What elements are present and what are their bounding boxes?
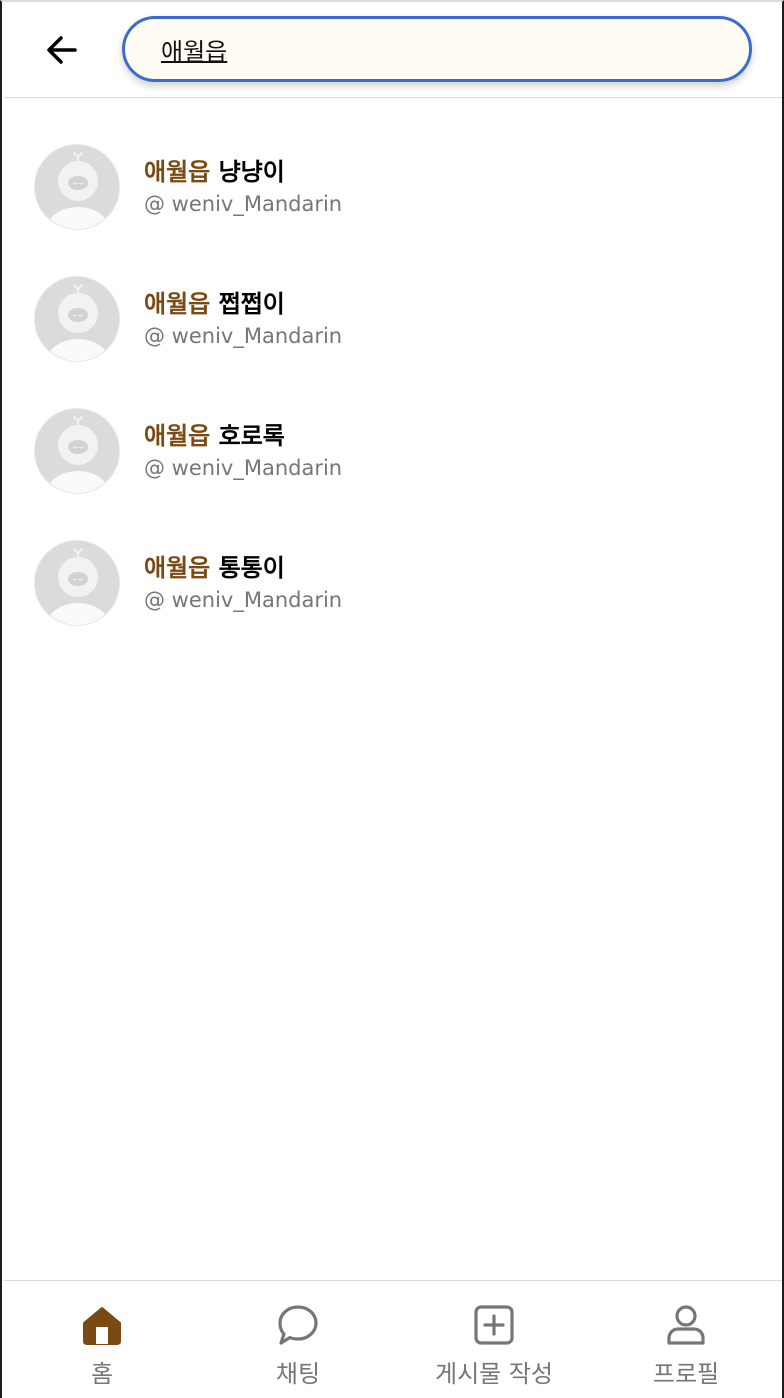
list-item[interactable]: 애월읍 호로록 @ weniv_Mandarin <box>34 408 754 540</box>
list-item[interactable]: 애월읍 통통이 @ weniv_Mandarin <box>34 540 754 672</box>
search-results-list: 애월읍 냥냥이 @ weniv_Mandarin 애월읍 쩝쩝이 @ weniv… <box>34 144 754 672</box>
tab-label: 채팅 <box>275 1360 321 1388</box>
tab-home[interactable]: 홈 <box>4 1301 200 1389</box>
avatar <box>34 144 120 230</box>
result-name: 애월읍 쩝쩝이 <box>144 284 285 319</box>
name-rest: 냥냥이 <box>210 158 285 186</box>
plus-square-icon <box>470 1301 518 1348</box>
name-rest: 통통이 <box>210 554 285 582</box>
result-name: 애월읍 통통이 <box>144 548 285 583</box>
name-highlight: 애월읍 <box>144 422 211 450</box>
result-handle: @ weniv_Mandarin <box>144 192 343 216</box>
tab-chat[interactable]: 채팅 <box>200 1301 396 1389</box>
tab-write-post[interactable]: 게시물 작성 <box>396 1301 592 1389</box>
name-rest: 쩝쩝이 <box>210 290 285 318</box>
avatar <box>34 408 120 494</box>
search-header <box>4 2 782 98</box>
tab-label: 게시물 작성 <box>434 1360 554 1388</box>
arrow-left-icon <box>47 36 77 64</box>
default-profile-icon <box>46 416 110 493</box>
user-icon <box>662 1301 710 1348</box>
avatar <box>34 276 120 362</box>
bottom-tab-bar: 홈 채팅 게시물 작성 프로필 <box>4 1280 782 1398</box>
default-profile-icon <box>46 152 110 229</box>
search-screen: 애월읍 냥냥이 @ weniv_Mandarin 애월읍 쩝쩝이 @ weniv… <box>0 0 784 1398</box>
tab-profile[interactable]: 프로필 <box>588 1301 784 1389</box>
list-item[interactable]: 애월읍 냥냥이 @ weniv_Mandarin <box>34 144 754 276</box>
name-highlight: 애월읍 <box>144 554 211 582</box>
search-input[interactable] <box>161 29 721 69</box>
list-item[interactable]: 애월읍 쩝쩝이 @ weniv_Mandarin <box>34 276 754 408</box>
name-rest: 호로록 <box>210 422 285 450</box>
result-handle: @ weniv_Mandarin <box>144 588 343 612</box>
name-highlight: 애월읍 <box>144 290 211 318</box>
home-icon <box>78 1301 126 1348</box>
result-handle: @ weniv_Mandarin <box>144 324 343 348</box>
default-profile-icon <box>46 284 110 361</box>
default-profile-icon <box>46 548 110 625</box>
search-box <box>122 16 752 82</box>
chat-bubble-icon <box>274 1301 322 1348</box>
name-highlight: 애월읍 <box>144 158 211 186</box>
back-button[interactable] <box>34 28 90 72</box>
tab-label: 프로필 <box>652 1360 720 1388</box>
result-name: 애월읍 냥냥이 <box>144 152 285 187</box>
tab-label: 홈 <box>90 1360 114 1388</box>
avatar <box>34 540 120 626</box>
result-name: 애월읍 호로록 <box>144 416 285 451</box>
result-handle: @ weniv_Mandarin <box>144 456 343 480</box>
